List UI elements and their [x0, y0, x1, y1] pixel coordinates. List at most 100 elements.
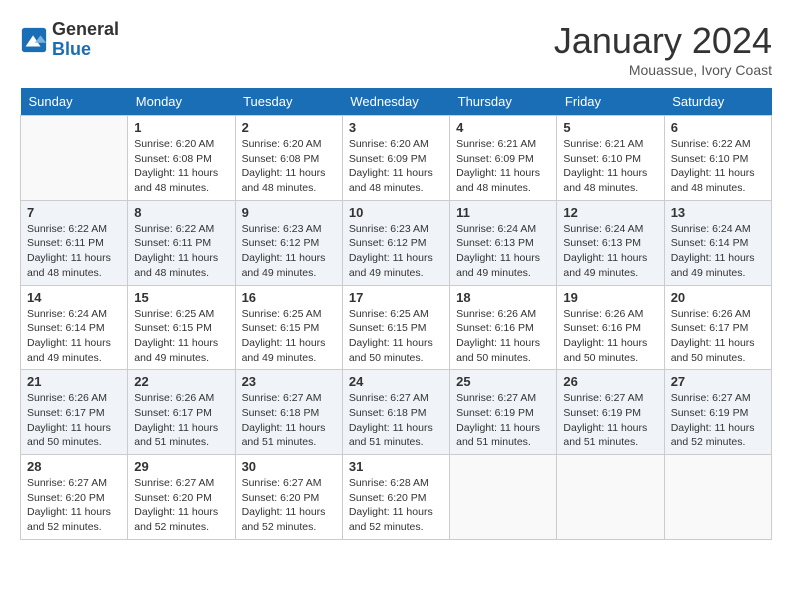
day-info: Sunrise: 6:27 AMSunset: 6:20 PMDaylight:… [27, 476, 121, 535]
day-number: 20 [671, 290, 765, 305]
day-info: Sunrise: 6:27 AMSunset: 6:20 PMDaylight:… [242, 476, 336, 535]
day-number: 12 [563, 205, 657, 220]
day-number: 8 [134, 205, 228, 220]
day-info: Sunrise: 6:27 AMSunset: 6:18 PMDaylight:… [242, 391, 336, 450]
day-number: 6 [671, 120, 765, 135]
day-info: Sunrise: 6:27 AMSunset: 6:19 PMDaylight:… [456, 391, 550, 450]
table-row: 9 Sunrise: 6:23 AMSunset: 6:12 PMDaylight… [235, 200, 342, 285]
table-row: 4 Sunrise: 6:21 AMSunset: 6:09 PMDaylight… [450, 116, 557, 201]
day-info: Sunrise: 6:22 AMSunset: 6:11 PMDaylight:… [134, 222, 228, 281]
day-number: 13 [671, 205, 765, 220]
location-subtitle: Mouassue, Ivory Coast [554, 62, 772, 78]
day-number: 30 [242, 459, 336, 474]
day-number: 19 [563, 290, 657, 305]
calendar-week-row: 7 Sunrise: 6:22 AMSunset: 6:11 PMDaylight… [21, 200, 772, 285]
table-row: 11 Sunrise: 6:24 AMSunset: 6:13 PMDayligh… [450, 200, 557, 285]
table-row: 6 Sunrise: 6:22 AMSunset: 6:10 PMDaylight… [664, 116, 771, 201]
day-number: 26 [563, 374, 657, 389]
table-row: 25Sunrise: 6:27 AMSunset: 6:19 PMDayligh… [450, 370, 557, 455]
day-number: 14 [27, 290, 121, 305]
calendar-week-row: 1 Sunrise: 6:20 AMSunset: 6:08 PMDaylight… [21, 116, 772, 201]
day-info: Sunrise: 6:24 AMSunset: 6:13 PMDaylight:… [563, 222, 657, 281]
table-row: 28 Sunrise: 6:27 AMSunset: 6:20 PMDayligh… [21, 455, 128, 540]
logo-blue-text: Blue [52, 40, 119, 60]
table-row: 10 Sunrise: 6:23 AMSunset: 6:12 PMDayligh… [342, 200, 449, 285]
table-row: 8 Sunrise: 6:22 AMSunset: 6:11 PMDaylight… [128, 200, 235, 285]
col-sunday: Sunday [21, 88, 128, 116]
table-row [450, 455, 557, 540]
day-info: Sunrise: 6:24 AMSunset: 6:14 PMDaylight:… [27, 307, 121, 366]
logo-text: General Blue [52, 20, 119, 60]
table-row: 31 Sunrise: 6:28 AMSunset: 6:20 PMDayligh… [342, 455, 449, 540]
day-info: Sunrise: 6:22 AMSunset: 6:10 PMDaylight:… [671, 137, 765, 196]
table-row [557, 455, 664, 540]
day-info: Sunrise: 6:24 AMSunset: 6:13 PMDaylight:… [456, 222, 550, 281]
day-info: Sunrise: 6:26 AMSunset: 6:16 PMDaylight:… [456, 307, 550, 366]
table-row: 21Sunrise: 6:26 AMSunset: 6:17 PMDayligh… [21, 370, 128, 455]
day-info: Sunrise: 6:26 AMSunset: 6:17 PMDaylight:… [27, 391, 121, 450]
day-number: 4 [456, 120, 550, 135]
table-row: 30 Sunrise: 6:27 AMSunset: 6:20 PMDayligh… [235, 455, 342, 540]
day-number: 10 [349, 205, 443, 220]
day-info: Sunrise: 6:26 AMSunset: 6:17 PMDaylight:… [134, 391, 228, 450]
table-row: 17 Sunrise: 6:25 AMSunset: 6:15 PMDayligh… [342, 285, 449, 370]
day-info: Sunrise: 6:22 AMSunset: 6:11 PMDaylight:… [27, 222, 121, 281]
day-info: Sunrise: 6:20 AMSunset: 6:08 PMDaylight:… [242, 137, 336, 196]
table-row: 20 Sunrise: 6:26 AMSunset: 6:17 PMDayligh… [664, 285, 771, 370]
day-number: 9 [242, 205, 336, 220]
day-info: Sunrise: 6:23 AMSunset: 6:12 PMDaylight:… [349, 222, 443, 281]
day-info: Sunrise: 6:27 AMSunset: 6:19 PMDaylight:… [563, 391, 657, 450]
day-info: Sunrise: 6:23 AMSunset: 6:12 PMDaylight:… [242, 222, 336, 281]
calendar-week-row: 14 Sunrise: 6:24 AMSunset: 6:14 PMDayligh… [21, 285, 772, 370]
day-number: 16 [242, 290, 336, 305]
day-number: 24 [349, 374, 443, 389]
col-wednesday: Wednesday [342, 88, 449, 116]
calendar-table: Sunday Monday Tuesday Wednesday Thursday… [20, 88, 772, 540]
table-row: 2 Sunrise: 6:20 AMSunset: 6:08 PMDaylight… [235, 116, 342, 201]
day-info: Sunrise: 6:28 AMSunset: 6:20 PMDaylight:… [349, 476, 443, 535]
day-number: 17 [349, 290, 443, 305]
table-row: 23Sunrise: 6:27 AMSunset: 6:18 PMDayligh… [235, 370, 342, 455]
table-row: 1 Sunrise: 6:20 AMSunset: 6:08 PMDaylight… [128, 116, 235, 201]
table-row: 13 Sunrise: 6:24 AMSunset: 6:14 PMDayligh… [664, 200, 771, 285]
day-info: Sunrise: 6:24 AMSunset: 6:14 PMDaylight:… [671, 222, 765, 281]
day-info: Sunrise: 6:25 AMSunset: 6:15 PMDaylight:… [134, 307, 228, 366]
day-info: Sunrise: 6:27 AMSunset: 6:19 PMDaylight:… [671, 391, 765, 450]
day-number: 3 [349, 120, 443, 135]
table-row: 15Sunrise: 6:25 AMSunset: 6:15 PMDayligh… [128, 285, 235, 370]
calendar-week-row: 21Sunrise: 6:26 AMSunset: 6:17 PMDayligh… [21, 370, 772, 455]
table-row [664, 455, 771, 540]
day-info: Sunrise: 6:26 AMSunset: 6:17 PMDaylight:… [671, 307, 765, 366]
table-row: 29Sunrise: 6:27 AMSunset: 6:20 PMDayligh… [128, 455, 235, 540]
col-friday: Friday [557, 88, 664, 116]
day-info: Sunrise: 6:26 AMSunset: 6:16 PMDaylight:… [563, 307, 657, 366]
day-number: 1 [134, 120, 228, 135]
day-number: 28 [27, 459, 121, 474]
day-info: Sunrise: 6:25 AMSunset: 6:15 PMDaylight:… [242, 307, 336, 366]
col-tuesday: Tuesday [235, 88, 342, 116]
table-row: 12 Sunrise: 6:24 AMSunset: 6:13 PMDayligh… [557, 200, 664, 285]
page-header: General Blue January 2024 Mouassue, Ivor… [20, 20, 772, 78]
day-number: 31 [349, 459, 443, 474]
day-info: Sunrise: 6:25 AMSunset: 6:15 PMDaylight:… [349, 307, 443, 366]
col-saturday: Saturday [664, 88, 771, 116]
table-row: 14 Sunrise: 6:24 AMSunset: 6:14 PMDayligh… [21, 285, 128, 370]
col-monday: Monday [128, 88, 235, 116]
day-info: Sunrise: 6:21 AMSunset: 6:10 PMDaylight:… [563, 137, 657, 196]
day-info: Sunrise: 6:27 AMSunset: 6:20 PMDaylight:… [134, 476, 228, 535]
logo-icon [20, 26, 48, 54]
title-block: January 2024 Mouassue, Ivory Coast [554, 20, 772, 78]
day-info: Sunrise: 6:21 AMSunset: 6:09 PMDaylight:… [456, 137, 550, 196]
day-info: Sunrise: 6:20 AMSunset: 6:09 PMDaylight:… [349, 137, 443, 196]
table-row: 22Sunrise: 6:26 AMSunset: 6:17 PMDayligh… [128, 370, 235, 455]
col-thursday: Thursday [450, 88, 557, 116]
table-row: 27Sunrise: 6:27 AMSunset: 6:19 PMDayligh… [664, 370, 771, 455]
day-info: Sunrise: 6:20 AMSunset: 6:08 PMDaylight:… [134, 137, 228, 196]
calendar-week-row: 28 Sunrise: 6:27 AMSunset: 6:20 PMDayligh… [21, 455, 772, 540]
calendar-header-row: Sunday Monday Tuesday Wednesday Thursday… [21, 88, 772, 116]
day-number: 2 [242, 120, 336, 135]
day-number: 5 [563, 120, 657, 135]
day-number: 11 [456, 205, 550, 220]
table-row: 24Sunrise: 6:27 AMSunset: 6:18 PMDayligh… [342, 370, 449, 455]
day-number: 7 [27, 205, 121, 220]
